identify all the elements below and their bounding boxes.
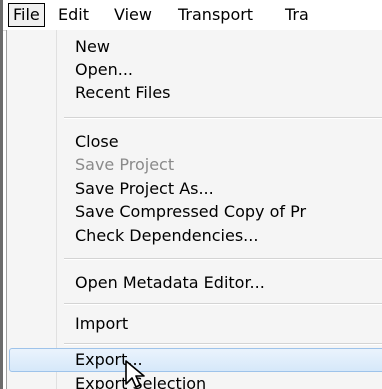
menu-item-close[interactable]: Close [75, 131, 119, 153]
menu-tracks[interactable]: Tra [285, 4, 309, 26]
menu-item-save-compressed-copy[interactable]: Save Compressed Copy of Pr [75, 201, 306, 223]
arrow-pointer-icon [125, 360, 145, 388]
menu-edit[interactable]: Edit [58, 4, 89, 26]
menu-item-recent-files[interactable]: Recent Files [75, 82, 171, 104]
menu-separator [64, 258, 382, 260]
menu-item-save-project: Save Project [75, 155, 175, 174]
menu-item-new[interactable]: New [75, 36, 110, 58]
menu-item-open[interactable]: Open... [75, 59, 133, 81]
menu-item-open-metadata-editor[interactable]: Open Metadata Editor... [75, 272, 265, 294]
window-edge [0, 0, 3, 389]
menu-separator [64, 117, 382, 119]
menu-file[interactable]: File [8, 3, 45, 27]
menu-bar: File Edit View Transport Tra [0, 0, 382, 389]
app-window: File Edit View Transport Tra New Open...… [0, 0, 382, 389]
menu-item-highlight [9, 348, 382, 372]
menu-item-check-dependencies[interactable]: Check Dependencies... [75, 225, 258, 247]
menu-icon-gutter [56, 30, 57, 389]
menu-transport[interactable]: Transport [178, 4, 253, 26]
menu-separator [64, 343, 382, 345]
menu-item-save-project-as[interactable]: Save Project As... [75, 178, 214, 200]
menu-view[interactable]: View [114, 4, 152, 26]
menu-separator [64, 303, 382, 305]
menu-item-import[interactable]: Import [75, 313, 128, 335]
